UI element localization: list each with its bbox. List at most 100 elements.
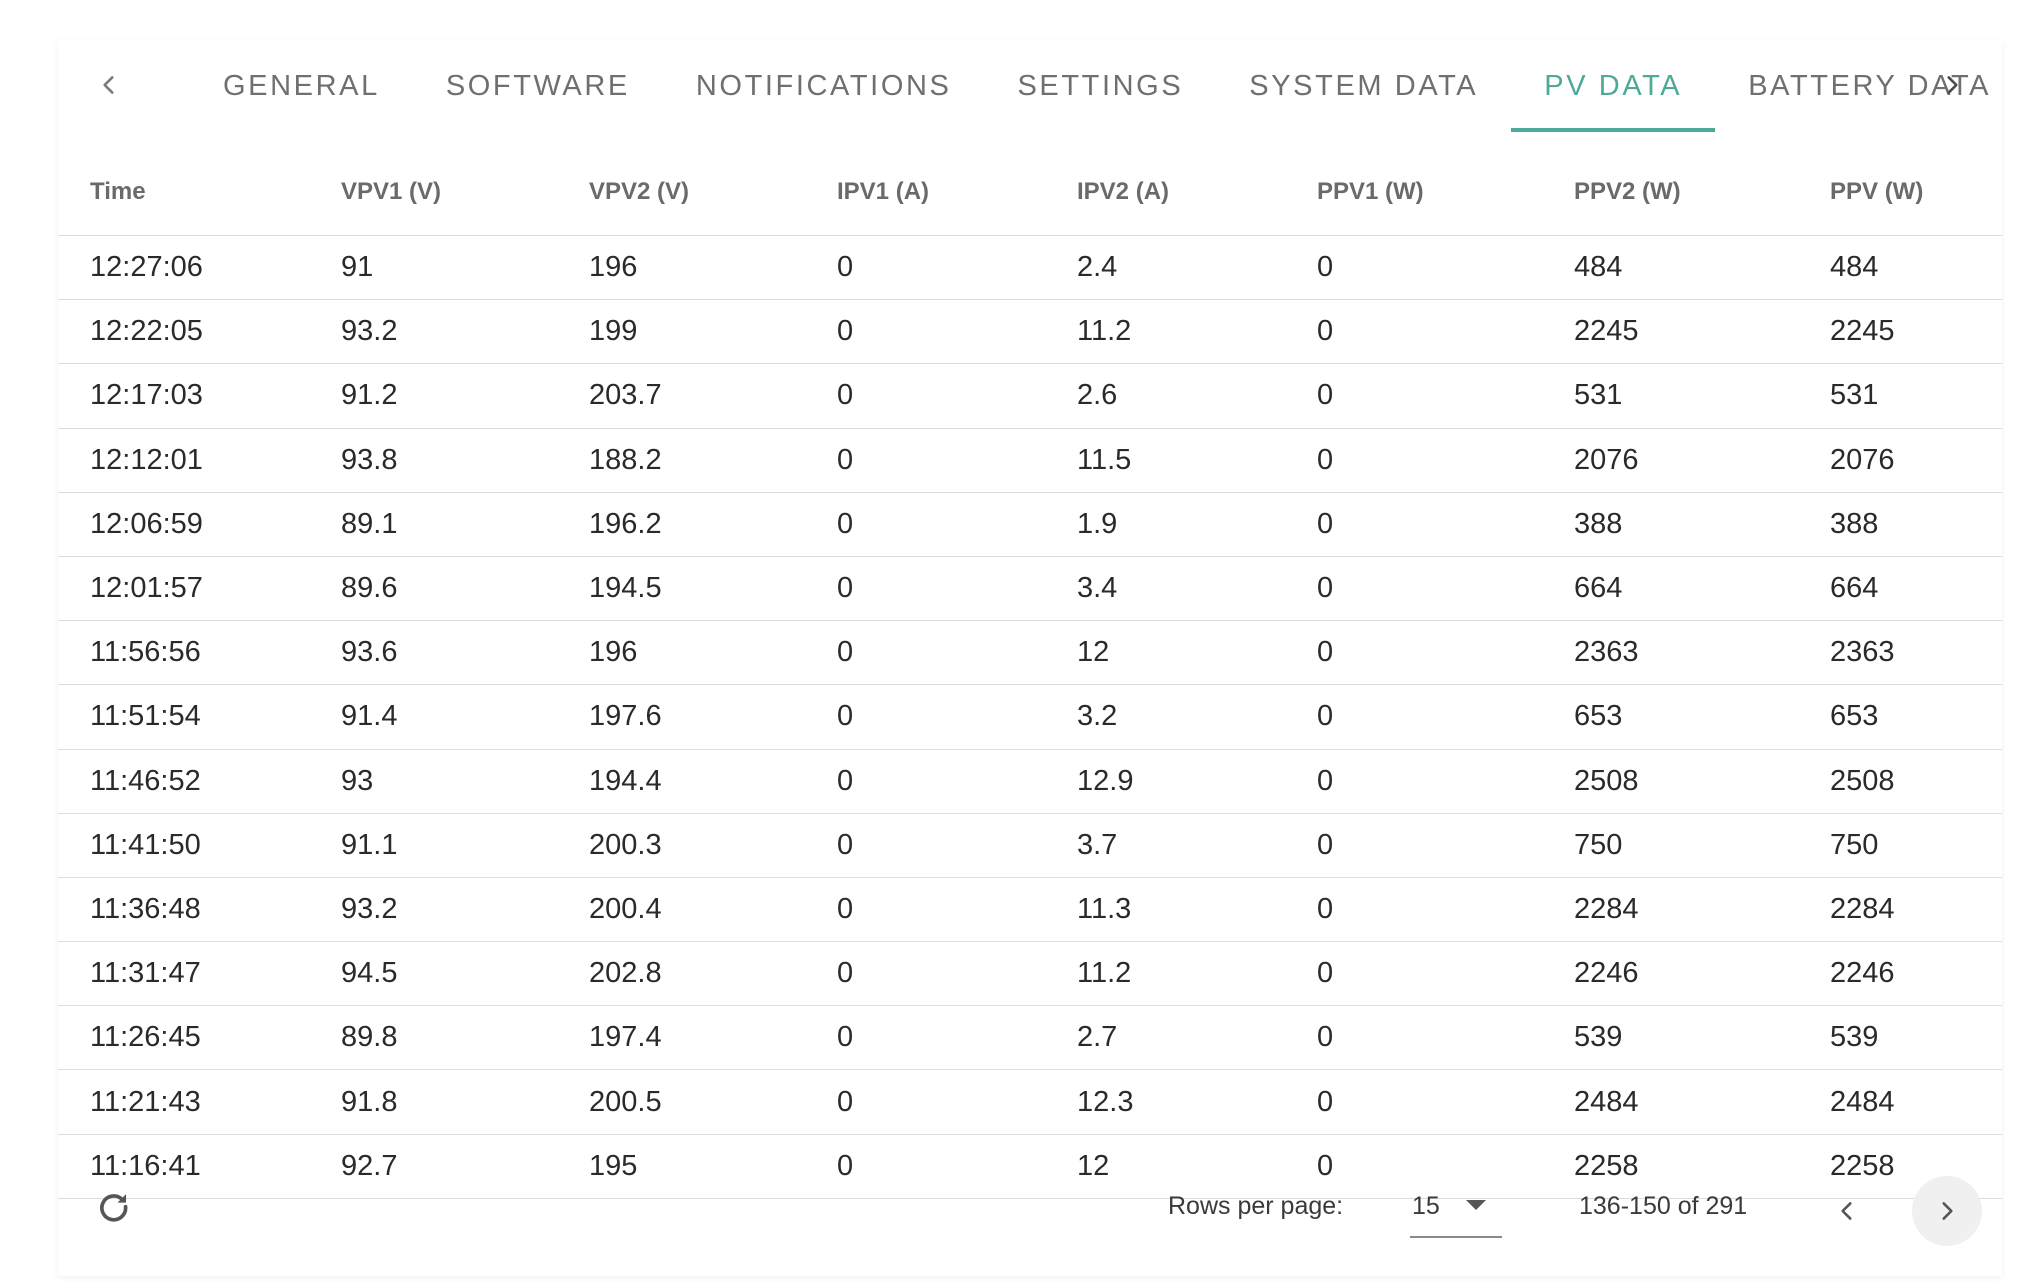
table-cell: 188.2 — [589, 443, 662, 476]
column-header[interactable]: VPV1 (V) — [341, 178, 589, 206]
table-cell: 11:51:54 — [90, 700, 201, 733]
table-cell: 94.5 — [341, 957, 398, 990]
table-cell: 0 — [1317, 636, 1334, 669]
table-cell: 12.3 — [1077, 1085, 1134, 1118]
table-cell: 93.8 — [341, 443, 398, 476]
table-cell: 12:17:03 — [90, 379, 203, 412]
table-cell: 664 — [1830, 572, 1879, 605]
table-cell: 0 — [837, 892, 854, 925]
table-cell: 202.8 — [589, 957, 662, 990]
table-cell: 11:31:47 — [90, 957, 201, 990]
column-header[interactable]: IPV1 (A) — [837, 178, 1077, 206]
table-cell: 0 — [837, 315, 854, 348]
table-row: 12:12:01 93.8 188.2 0 11.5 0 2076 2076 — [58, 429, 2002, 493]
table-cell: 11.2 — [1077, 957, 1132, 990]
chevron-left-icon — [1841, 1202, 1852, 1220]
table-cell: 197.6 — [589, 700, 662, 733]
table-cell: 11:26:45 — [90, 1021, 201, 1054]
table-cell: 0 — [1317, 379, 1334, 412]
table-cell: 2245 — [1830, 315, 1895, 348]
tab-pv-data[interactable]: PV DATA — [1511, 40, 1716, 132]
table-cell: 2076 — [1830, 443, 1895, 476]
table-cell: 0 — [1317, 1085, 1334, 1118]
table-cell: 539 — [1830, 1021, 1879, 1054]
rows-per-page-select[interactable]: 15 — [1410, 1178, 1502, 1238]
previous-page-button[interactable] — [1812, 1176, 1882, 1246]
table-row: 11:36:48 93.2 200.4 0 11.3 0 2284 2284 — [58, 878, 2002, 943]
table-row: 11:56:56 93.6 196 0 12 0 2363 2363 — [58, 621, 2002, 686]
table-cell: 194.5 — [589, 572, 662, 605]
tab-software[interactable]: SOFTWARE — [413, 40, 663, 132]
table-cell: 11.5 — [1077, 443, 1132, 476]
tab-battery-data[interactable]: BATTERY DATA — [1715, 40, 2024, 132]
tabs-bar: GENERAL SOFTWARE NOTIFICATIONS SETTINGS SYST… — [58, 40, 2002, 132]
column-header[interactable]: PPV1 (W) — [1317, 178, 1574, 206]
table-cell: 484 — [1830, 251, 1879, 284]
table-cell: 11:21:43 — [90, 1085, 201, 1118]
table-cell: 2363 — [1574, 636, 1639, 669]
tab-notifications[interactable]: NOTIFICATIONS — [663, 40, 985, 132]
tabs: GENERAL SOFTWARE NOTIFICATIONS SETTINGS SYST… — [190, 40, 2024, 132]
table-cell: 388 — [1574, 507, 1623, 540]
rows-per-page-value: 15 — [1412, 1192, 1440, 1220]
tabs-scroll-right-button[interactable] — [1927, 60, 1977, 110]
tab-system-data[interactable]: SYSTEM DATA — [1216, 40, 1511, 132]
table-cell: 0 — [837, 443, 854, 476]
table-cell: 0 — [837, 764, 854, 797]
table-cell: 91.2 — [341, 379, 398, 412]
column-header[interactable]: VPV2 (V) — [589, 178, 837, 206]
chevron-right-icon — [1947, 76, 1958, 94]
column-header[interactable]: PPV2 (W) — [1574, 178, 1830, 206]
table-cell: 11.3 — [1077, 892, 1132, 925]
tabs-scroll-left-button[interactable] — [84, 60, 134, 110]
table-cell: 2246 — [1830, 957, 1895, 990]
column-header[interactable]: IPV2 (A) — [1077, 178, 1317, 206]
table-cell: 91.8 — [341, 1085, 398, 1118]
table-header: Time VPV1 (V) VPV2 (V) IPV1 (A) IPV2 (A) PPV1… — [58, 148, 2002, 236]
table-cell: 11:41:50 — [90, 828, 201, 861]
table-cell: 0 — [837, 1021, 854, 1054]
table-row: 12:22:05 93.2 199 0 11.2 0 2245 2245 — [58, 300, 2002, 365]
table-cell: 750 — [1574, 828, 1623, 861]
table-cell: 0 — [837, 700, 854, 733]
table-cell: 93.2 — [341, 892, 398, 925]
table-cell: 93 — [341, 764, 374, 797]
table-cell: 1.9 — [1077, 507, 1118, 540]
table-cell: 539 — [1574, 1021, 1623, 1054]
table-cell: 11:56:56 — [90, 636, 201, 669]
table-footer: Rows per page: 15 136-150 of 291 — [58, 1160, 2002, 1260]
table-cell: 2.6 — [1077, 379, 1118, 412]
table-cell: 0 — [1317, 507, 1334, 540]
table-cell: 200.3 — [589, 828, 662, 861]
next-page-button[interactable] — [1912, 1176, 1982, 1246]
pagination-range: 136-150 of 291 — [1579, 1192, 1748, 1220]
table-cell: 12 — [1077, 636, 1110, 669]
table-cell: 196 — [589, 251, 638, 284]
table-cell: 3.7 — [1077, 828, 1118, 861]
table-row: 12:27:06 91 196 0 2.4 0 484 484 — [58, 236, 2002, 301]
table-row: 11:41:50 91.1 200.3 0 3.7 0 750 750 — [58, 814, 2002, 878]
table-cell: 2.7 — [1077, 1021, 1118, 1054]
table-cell: 531 — [1830, 379, 1879, 412]
column-header[interactable]: Time — [90, 178, 341, 206]
table-cell: 0 — [1317, 828, 1334, 861]
pv-data-card: GENERAL SOFTWARE NOTIFICATIONS SETTINGS SYST… — [58, 40, 2002, 1276]
table-cell: 200.4 — [589, 892, 662, 925]
tab-general[interactable]: GENERAL — [190, 40, 413, 132]
table-cell: 196 — [589, 636, 638, 669]
table-row: 11:31:47 94.5 202.8 0 11.2 0 2246 2246 — [58, 942, 2002, 1007]
tab-settings[interactable]: SETTINGS — [984, 40, 1216, 132]
table-cell: 3.4 — [1077, 572, 1118, 605]
table-cell: 3.2 — [1077, 700, 1118, 733]
column-header[interactable]: PPV (W) — [1830, 178, 2032, 206]
table-cell: 194.4 — [589, 764, 662, 797]
table-cell: 2246 — [1574, 957, 1639, 990]
table-cell: 2284 — [1830, 892, 1895, 925]
refresh-button[interactable] — [84, 1178, 144, 1238]
table-cell: 2284 — [1574, 892, 1639, 925]
table-cell: 388 — [1830, 507, 1879, 540]
table-cell: 0 — [1317, 1021, 1334, 1054]
table-cell: 11:36:48 — [90, 892, 201, 925]
table-cell: 653 — [1830, 700, 1879, 733]
table-cell: 0 — [837, 251, 854, 284]
